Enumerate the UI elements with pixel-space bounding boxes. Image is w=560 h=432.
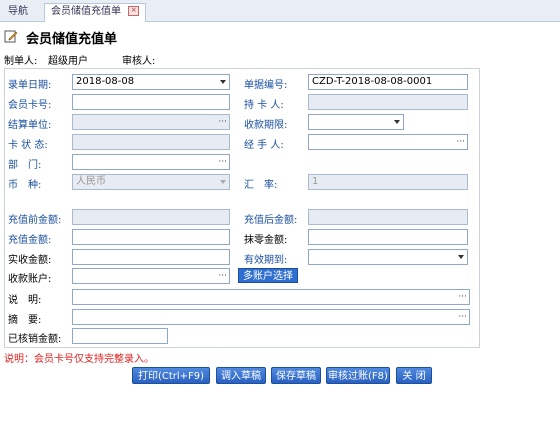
written-off-input[interactable] — [72, 328, 168, 344]
chevron-down-icon — [394, 120, 400, 124]
department-input[interactable]: ··· — [72, 154, 230, 170]
card-holder-input — [308, 94, 468, 110]
tab-bar: 导航 会员储值充值单 × — [0, 0, 560, 22]
rounding-label: 抹零金额: — [244, 235, 288, 246]
member-card-input[interactable] — [72, 94, 230, 110]
card-status-label: 卡 状 态: — [8, 140, 48, 151]
settle-unit-label: 结算单位: — [8, 120, 52, 131]
doc-no-value: CZD-T-2018-08-08-0001 — [312, 76, 433, 87]
balance-after-input — [308, 209, 468, 225]
chevron-down-icon — [220, 80, 226, 84]
recharge-amount-label: 充值金额: — [8, 235, 52, 246]
tab-label: 会员储值充值单 — [51, 6, 121, 17]
pay-period-label: 收款期限: — [244, 120, 288, 131]
received-amount-label: 实收金额: — [8, 255, 52, 266]
received-amount-input[interactable] — [72, 249, 230, 265]
doc-no-label: 单据编号: — [244, 80, 288, 91]
currency-value: 人民币 — [76, 176, 106, 187]
receipt-account-input[interactable]: ··· — [72, 268, 230, 284]
entry-date-value: 2018-08-08 — [76, 76, 135, 87]
maker-value: 超级用户 — [48, 56, 88, 67]
summary-input[interactable]: ··· — [72, 309, 470, 325]
exchange-rate-input: 1 — [308, 174, 468, 190]
close-button[interactable]: 关 闭 — [396, 367, 432, 384]
more-icon[interactable]: ··· — [456, 135, 465, 149]
card-status-input — [72, 134, 230, 150]
summary-label: 摘 要: — [8, 315, 42, 326]
print-button[interactable]: 打印(Ctrl+F9) — [132, 367, 210, 384]
tab-member-recharge[interactable]: 会员储值充值单 × — [44, 3, 147, 22]
written-off-label: 已核销金额: — [8, 334, 62, 345]
load-draft-button[interactable]: 调入草稿 — [216, 367, 266, 384]
member-card-label: 会员卡号: — [8, 100, 52, 111]
close-icon[interactable]: × — [128, 6, 140, 16]
description-input[interactable]: ··· — [72, 289, 470, 305]
balance-before-label: 充值前金额: — [8, 215, 62, 226]
audit-pass-button[interactable]: 审核过账(F8) — [326, 367, 390, 384]
receipt-account-label: 收款账户: — [8, 274, 52, 285]
more-icon[interactable]: ··· — [458, 310, 467, 324]
auditor-label: 审核人: — [122, 56, 156, 67]
more-icon[interactable]: ··· — [218, 115, 227, 129]
save-draft-button[interactable]: 保存草稿 — [271, 367, 321, 384]
tab-navigation[interactable]: 导航 — [2, 4, 34, 21]
balance-after-label: 充值后金额: — [244, 215, 298, 226]
settle-unit-input[interactable]: ··· — [72, 114, 230, 130]
more-icon[interactable]: ··· — [218, 155, 227, 169]
help-note: 说明：会员卡号仅支持完整录入。 — [4, 354, 154, 365]
tab-label: 导航 — [8, 6, 28, 17]
rounding-input[interactable] — [308, 229, 468, 245]
chevron-down-icon — [458, 255, 464, 259]
exchange-rate-value: 1 — [312, 176, 319, 187]
entry-date-label: 录单日期: — [8, 80, 52, 91]
doc-no-input[interactable]: CZD-T-2018-08-08-0001 — [308, 74, 468, 90]
recharge-amount-input[interactable] — [72, 229, 230, 245]
exchange-rate-label: 汇 率: — [244, 180, 278, 191]
currency-select: 人民币 — [72, 174, 230, 190]
valid-until-label: 有效期到: — [244, 255, 288, 266]
chevron-down-icon — [220, 180, 226, 184]
handler-input[interactable]: ··· — [308, 134, 468, 150]
page-title: 会员储值充值单 — [26, 32, 118, 47]
pay-period-select[interactable] — [308, 114, 404, 130]
edit-icon — [4, 30, 18, 43]
description-label: 说 明: — [8, 295, 42, 306]
more-icon[interactable]: ··· — [458, 290, 467, 304]
valid-until-select[interactable] — [308, 249, 468, 265]
currency-label: 币 种: — [8, 180, 42, 191]
entry-date-select[interactable]: 2018-08-08 — [72, 74, 230, 90]
handler-label: 经 手 人: — [244, 140, 284, 151]
balance-before-input — [72, 209, 230, 225]
maker-label: 制单人: — [4, 56, 38, 67]
card-holder-label: 持 卡 人: — [244, 100, 284, 111]
department-label: 部 门: — [8, 160, 42, 171]
multi-account-button[interactable]: 多账户选择 — [238, 268, 298, 283]
more-icon[interactable]: ··· — [218, 269, 227, 283]
form-panel — [4, 68, 480, 348]
